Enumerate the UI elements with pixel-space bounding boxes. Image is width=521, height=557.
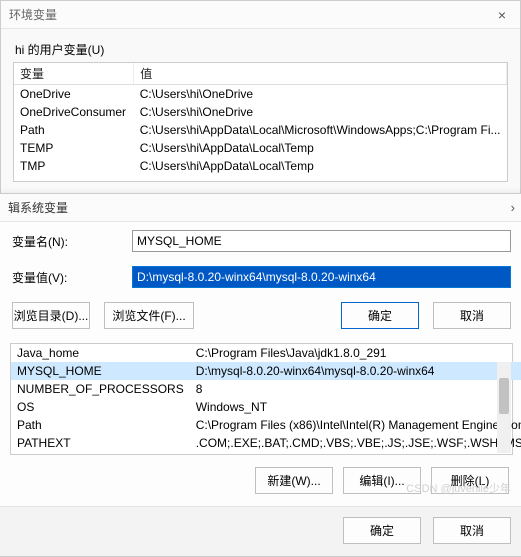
scrollbar[interactable] bbox=[497, 362, 511, 453]
table-row[interactable]: Java_homeC:\Program Files\Java\jdk1.8.0_… bbox=[11, 344, 521, 362]
col-header-value[interactable]: 值 bbox=[134, 63, 507, 85]
scrollbar-thumb[interactable] bbox=[499, 378, 509, 414]
delete-button[interactable]: 删除(L) bbox=[431, 467, 509, 494]
edit-button[interactable]: 编辑(I)... bbox=[343, 467, 421, 494]
edit-dialog-titlebar[interactable]: 辑系统变量 › bbox=[0, 194, 521, 222]
table-row[interactable]: TMPC:\Users\hi\AppData\Local\Temp bbox=[14, 157, 507, 175]
var-value-label: 变量值(V): bbox=[12, 269, 132, 286]
user-vars-label: hi 的用户变量(U) bbox=[13, 39, 508, 62]
table-row[interactable]: PathC:\Program Files (x86)\Intel\Intel(R… bbox=[11, 416, 521, 434]
close-icon[interactable]: × bbox=[492, 7, 512, 23]
main-ok-button[interactable]: 确定 bbox=[343, 517, 421, 544]
table-row[interactable]: OneDriveConsumerC:\Users\hi\OneDrive bbox=[14, 103, 507, 121]
env-vars-window: 环境变量 × hi 的用户变量(U) 变量 值 OneDriveC:\Users… bbox=[0, 0, 521, 500]
var-name-input[interactable] bbox=[132, 230, 511, 252]
var-name-row: 变量名(N): bbox=[0, 222, 521, 252]
browse-dir-button[interactable]: 浏览目录(D)... bbox=[12, 302, 90, 329]
window-titlebar[interactable]: 环境变量 × bbox=[1, 1, 520, 29]
edit-dialog-buttons: 浏览目录(D)... 浏览文件(F)... 确定 取消 bbox=[0, 288, 521, 343]
var-name-label: 变量名(N): bbox=[12, 233, 132, 250]
table-row[interactable]: TEMPC:\Users\hi\AppData\Local\Temp bbox=[14, 139, 507, 157]
browse-file-button[interactable]: 浏览文件(F)... bbox=[104, 302, 194, 329]
var-value-input[interactable] bbox=[132, 266, 511, 288]
var-value-row: 变量值(V): bbox=[0, 252, 521, 288]
ok-button[interactable]: 确定 bbox=[341, 302, 419, 329]
table-row[interactable]: OSWindows_NT bbox=[11, 398, 521, 416]
table-row[interactable]: NUMBER_OF_PROCESSORS8 bbox=[11, 380, 521, 398]
sys-vars-table[interactable]: Java_homeC:\Program Files\Java\jdk1.8.0_… bbox=[10, 343, 513, 455]
new-button[interactable]: 新建(W)... bbox=[255, 467, 333, 494]
edit-sysvar-dialog: 辑系统变量 › 变量名(N): 变量值(V): 浏览目录(D)... 浏览文件(… bbox=[0, 193, 521, 557]
edit-dialog-title: 辑系统变量 bbox=[8, 199, 68, 216]
table-row[interactable]: PATHEXT.COM;.EXE;.BAT;.CMD;.VBS;.VBE;.JS… bbox=[11, 434, 521, 452]
sys-vars-buttons: 新建(W)... 编辑(I)... 删除(L) bbox=[0, 455, 521, 498]
table-row[interactable]: MYSQL_HOMED:\mysql-8.0.20-winx64\mysql-8… bbox=[11, 362, 521, 380]
user-vars-group: hi 的用户变量(U) 变量 值 OneDriveC:\Users\hi\One… bbox=[13, 39, 508, 182]
cancel-button[interactable]: 取消 bbox=[433, 302, 511, 329]
window-title: 环境变量 bbox=[9, 6, 57, 23]
main-cancel-button[interactable]: 取消 bbox=[433, 517, 511, 544]
main-dialog-footer: 确定 取消 bbox=[0, 506, 521, 556]
table-row[interactable]: PathC:\Users\hi\AppData\Local\Microsoft\… bbox=[14, 121, 507, 139]
table-row[interactable]: OneDriveC:\Users\hi\OneDrive bbox=[14, 85, 507, 104]
user-vars-table[interactable]: 变量 值 OneDriveC:\Users\hi\OneDrive OneDri… bbox=[13, 62, 508, 182]
col-header-name[interactable]: 变量 bbox=[14, 63, 134, 85]
chevron-right-icon[interactable]: › bbox=[511, 200, 515, 215]
